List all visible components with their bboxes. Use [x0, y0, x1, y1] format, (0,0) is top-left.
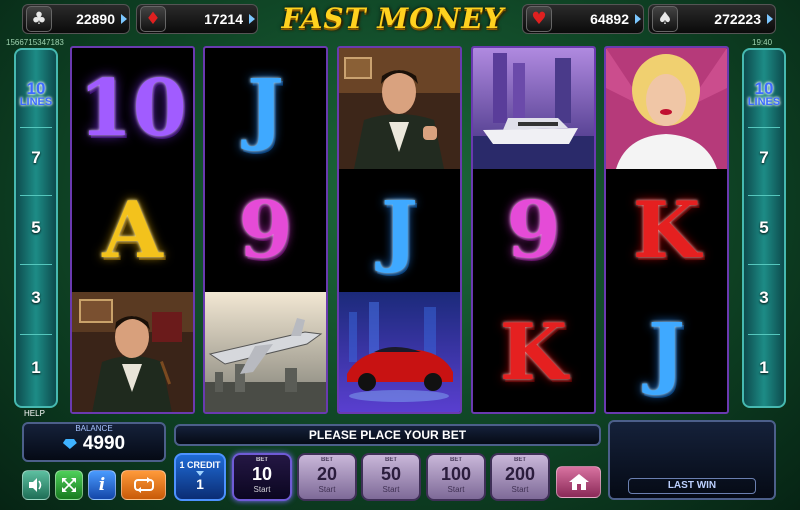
- info-button[interactable]: i: [88, 470, 116, 500]
- symbol-10: 10: [78, 62, 187, 154]
- bet-button-20[interactable]: BET 20 Start: [297, 453, 357, 501]
- jackpot-spade-value: 272223: [714, 11, 761, 27]
- gem-icon: [62, 439, 77, 449]
- line-marker[interactable]: 5: [16, 218, 56, 238]
- info-icon: i: [98, 475, 106, 495]
- sound-button[interactable]: [22, 470, 50, 500]
- jet-image: [205, 292, 326, 412]
- help-label[interactable]: HELP: [24, 409, 45, 418]
- balance-label: BALANCE: [75, 424, 113, 433]
- yacht-image: [473, 48, 594, 169]
- symbol-j: J: [648, 306, 685, 398]
- line-marker[interactable]: 1: [744, 358, 784, 378]
- credit-button[interactable]: 1 CREDIT 1: [174, 453, 226, 501]
- autoplay-button[interactable]: [121, 470, 166, 500]
- lines-panel-right: 10 LINES 7 5 3 1: [742, 48, 786, 408]
- symbol-j: J: [381, 184, 418, 276]
- session-id: 1566715347183: [6, 38, 64, 47]
- jackpot-diamond: ♦ 17214: [136, 4, 258, 34]
- balance-value: 4990: [82, 433, 126, 454]
- heart-icon: ♥: [526, 6, 552, 32]
- diamond-icon: ♦: [140, 6, 166, 32]
- reel-4: 9 K: [471, 46, 596, 414]
- jackpot-diamond-value: 17214: [204, 11, 243, 27]
- fullscreen-button[interactable]: [55, 470, 83, 500]
- autoplay-icon: [133, 477, 154, 493]
- arrow-right-icon: [767, 14, 773, 24]
- bet-button-100[interactable]: BET 100 Start: [426, 453, 486, 501]
- clock: 19:40: [752, 38, 773, 47]
- lines-panel-left: 10 LINES 7 5 3 1: [14, 48, 58, 408]
- reel-2: J 9: [203, 46, 328, 414]
- reel-3: J: [337, 46, 462, 414]
- home-icon: [568, 474, 589, 490]
- last-win-label: LAST WIN: [628, 478, 756, 494]
- line-marker[interactable]: 7: [744, 148, 784, 168]
- balance-box: BALANCE 4990: [22, 422, 166, 462]
- jackpot-heart: ♥ 64892: [522, 4, 644, 34]
- jackpot-heart-value: 64892: [590, 11, 629, 27]
- lines-badge: 10 LINES: [19, 79, 53, 108]
- reel-5: K J: [604, 46, 729, 414]
- fullscreen-icon: [62, 478, 76, 492]
- symbol-9: 9: [238, 184, 293, 276]
- symbol-businessman: [339, 48, 460, 169]
- lines-badge: 10 LINES: [747, 79, 781, 108]
- last-win-box: LAST WIN: [608, 420, 776, 500]
- arrow-right-icon: [121, 14, 127, 24]
- jackpot-club-value: 22890: [76, 11, 115, 27]
- bet-button-10[interactable]: BET 10 Start: [232, 453, 292, 501]
- game-logo: FAST MONEY: [281, 2, 505, 35]
- club-icon: ♣: [26, 6, 52, 32]
- line-marker[interactable]: 3: [16, 288, 56, 308]
- symbol-j: J: [247, 62, 284, 154]
- symbol-blonde-woman: [606, 48, 727, 169]
- symbol-yacht: [473, 48, 594, 169]
- arrow-right-icon: [249, 14, 255, 24]
- blonde-woman-image: [606, 48, 727, 169]
- credit-value: 1: [196, 476, 204, 492]
- jackpot-club: ♣ 22890: [22, 4, 130, 34]
- speaker-icon: [29, 478, 42, 492]
- status-message: PLEASE PLACE YOUR BET: [174, 424, 601, 446]
- line-marker[interactable]: 3: [744, 288, 784, 308]
- symbol-businessman: [72, 292, 193, 412]
- spade-icon: ♠: [652, 6, 678, 32]
- home-button[interactable]: [556, 466, 601, 498]
- reel-1: 10 A: [70, 46, 195, 414]
- bet-button-200[interactable]: BET 200 Start: [490, 453, 550, 501]
- line-marker[interactable]: 5: [744, 218, 784, 238]
- symbol-9: 9: [506, 184, 561, 276]
- credit-label: 1 CREDIT: [179, 460, 221, 470]
- symbol-jet: [205, 292, 326, 412]
- line-marker[interactable]: 1: [16, 358, 56, 378]
- symbol-k: K: [632, 184, 701, 276]
- symbol-a: A: [102, 184, 163, 276]
- sports-car-image: [339, 292, 460, 412]
- bet-button-50[interactable]: BET 50 Start: [361, 453, 421, 501]
- symbol-sports-car: [339, 292, 460, 412]
- jackpot-spade: ♠ 272223: [648, 4, 776, 34]
- businessman-image: [339, 48, 460, 169]
- line-marker[interactable]: 7: [16, 148, 56, 168]
- arrow-right-icon: [635, 14, 641, 24]
- businessman-image: [72, 292, 193, 412]
- symbol-k: K: [499, 306, 568, 398]
